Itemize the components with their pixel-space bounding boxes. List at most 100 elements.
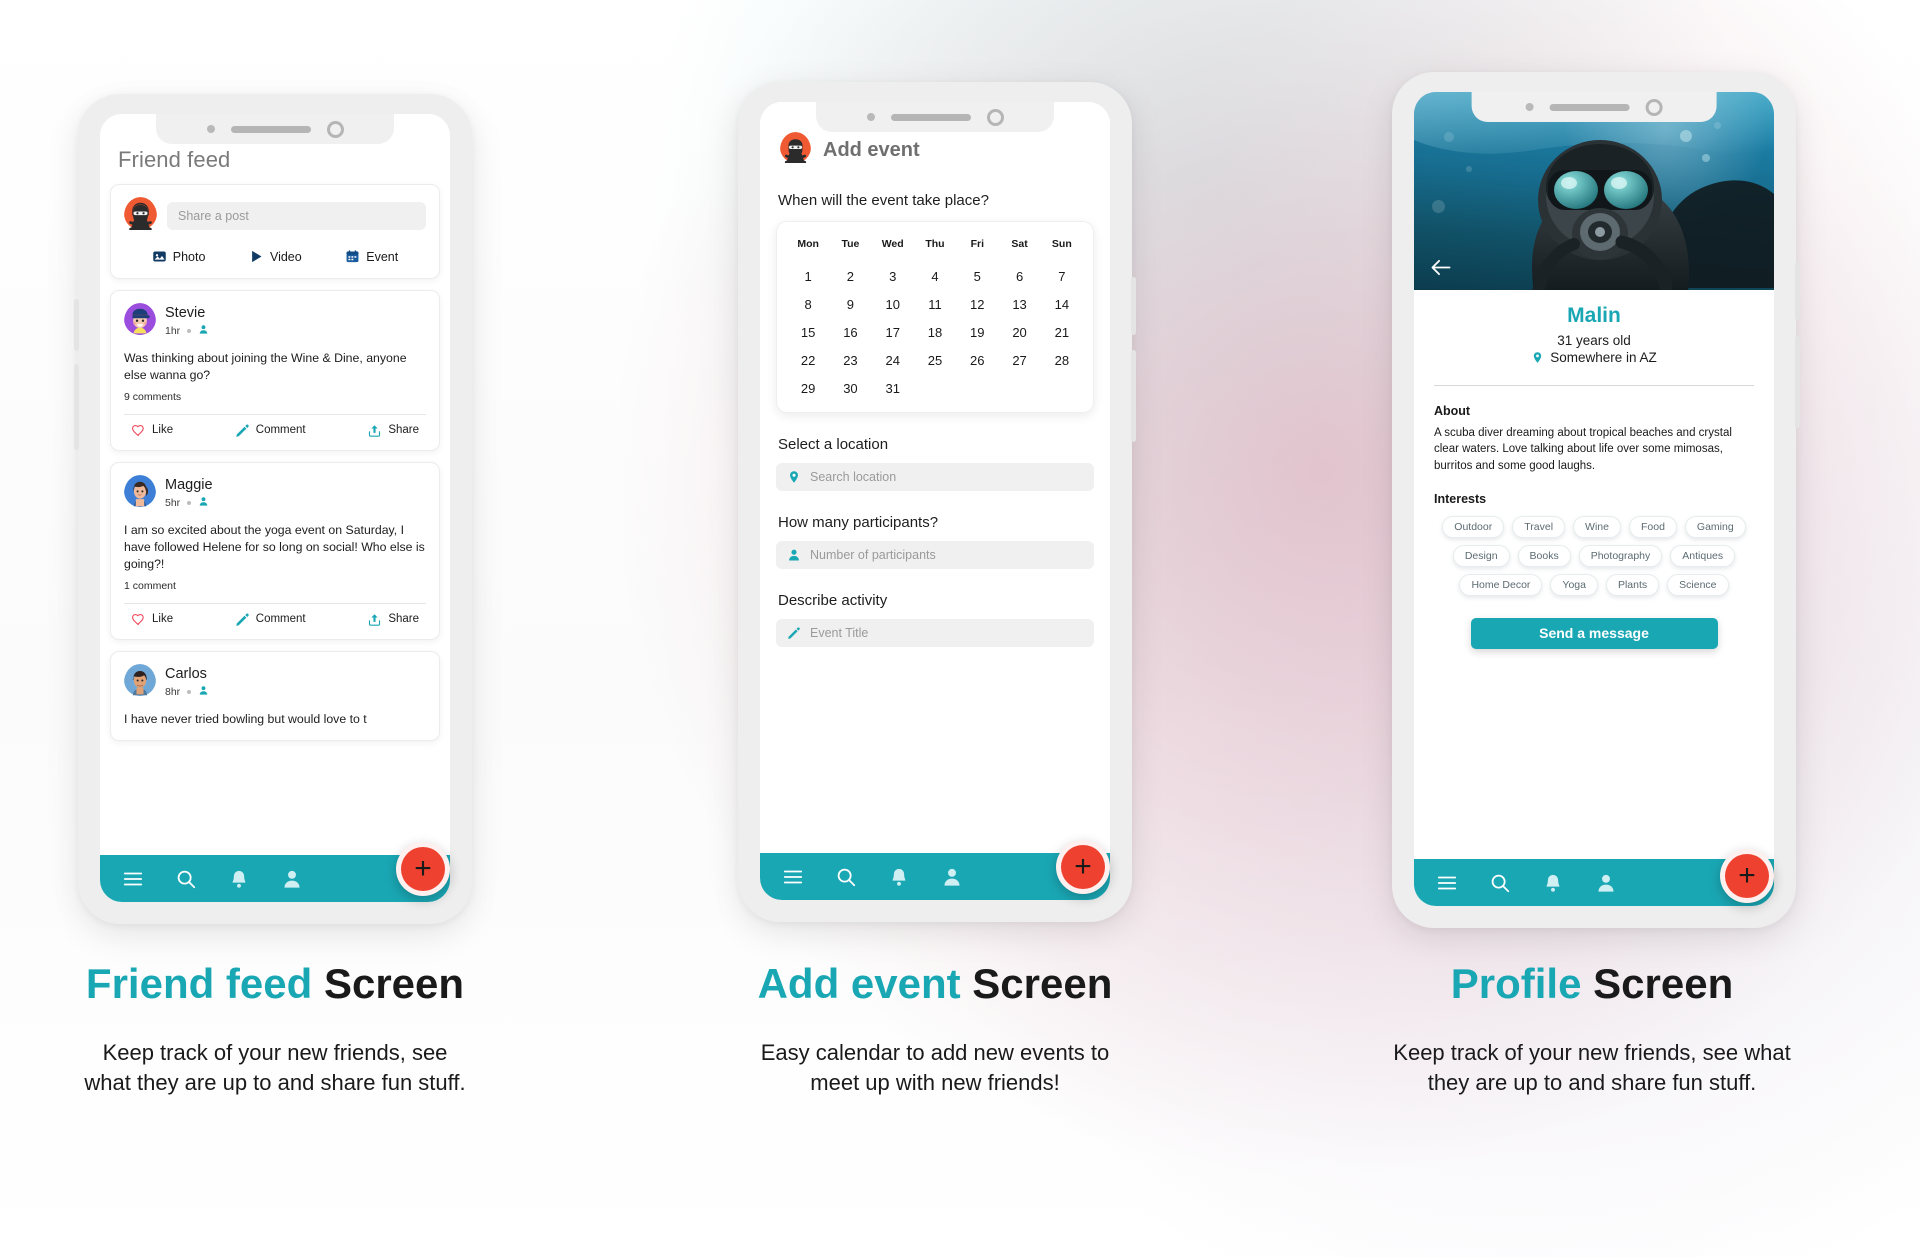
calendar-day[interactable]: 8 xyxy=(787,297,829,312)
profile-location-text: Somewhere in AZ xyxy=(1550,350,1657,365)
composer-video-button[interactable]: Video xyxy=(249,249,302,264)
interest-tag[interactable]: Books xyxy=(1517,544,1571,567)
avatar-carlos xyxy=(124,663,156,701)
post-author-name: Carlos xyxy=(165,666,207,682)
calendar-dow: Fri xyxy=(970,238,984,250)
composer-photo-button[interactable]: Photo xyxy=(152,249,205,264)
caption-friend-feed: Friend feed Screen Keep track of your ne… xyxy=(78,960,472,1099)
calendar-day[interactable]: 17 xyxy=(872,325,914,340)
search-icon[interactable] xyxy=(835,866,857,888)
post-share-button[interactable]: Share xyxy=(367,612,419,627)
calendar-icon xyxy=(345,249,360,264)
calendar-day[interactable]: 13 xyxy=(998,297,1040,312)
calendar-day[interactable]: 4 xyxy=(914,269,956,284)
calendar-day[interactable]: 7 xyxy=(1041,269,1083,284)
calendar-day[interactable]: 31 xyxy=(872,381,914,396)
calendar-day[interactable]: 19 xyxy=(956,325,998,340)
calendar-day[interactable]: 20 xyxy=(998,325,1040,340)
calendar-day[interactable]: 22 xyxy=(787,353,829,368)
post-time: 5hr xyxy=(165,496,181,509)
screen-add-event: Add event When will the event take place… xyxy=(760,102,1110,900)
calendar-day[interactable]: 27 xyxy=(998,353,1040,368)
composer-card: Share a post Photo Video Event xyxy=(110,184,440,279)
interest-tag[interactable]: Yoga xyxy=(1550,573,1598,596)
caption-description: Keep track of your new friends, see what… xyxy=(84,1040,466,1096)
send-message-button[interactable]: Send a message xyxy=(1470,617,1718,649)
participants-input[interactable]: Number of participants xyxy=(776,541,1094,569)
search-icon[interactable] xyxy=(1489,872,1511,894)
calendar-day[interactable]: 11 xyxy=(914,297,956,312)
share-post-input[interactable]: Share a post xyxy=(167,202,426,230)
interest-tag[interactable]: Plants xyxy=(1605,573,1660,596)
phone-side-button xyxy=(74,299,79,351)
post-share-button[interactable]: Share xyxy=(367,423,419,438)
composer-event-button[interactable]: Event xyxy=(345,249,398,264)
front-camera-icon xyxy=(986,108,1004,126)
calendar-day[interactable]: 10 xyxy=(872,297,914,312)
interests-tag-list: Outdoor Travel Wine Food Gaming Design B… xyxy=(1434,515,1754,596)
calendar-day[interactable]: 28 xyxy=(1041,353,1083,368)
profile-content: Malin 31 years old Somewhere in AZ About… xyxy=(1414,92,1774,906)
calendar-day[interactable]: 18 xyxy=(914,325,956,340)
interest-tag[interactable]: Science xyxy=(1667,573,1729,596)
calendar-day[interactable]: 5 xyxy=(956,269,998,284)
calendar-day[interactable]: 1 xyxy=(787,269,829,284)
event-title-input[interactable]: Event Title xyxy=(776,619,1094,647)
interest-tag[interactable]: Home Decor xyxy=(1459,573,1543,596)
bell-icon[interactable] xyxy=(1542,872,1564,894)
calendar-dow: Wed xyxy=(881,238,904,250)
post-time: 1hr xyxy=(165,324,181,337)
back-button[interactable] xyxy=(1428,254,1454,280)
post-body-text: Was thinking about joining the Wine & Di… xyxy=(124,351,407,382)
add-fab-button[interactable]: + xyxy=(1720,849,1774,903)
post-comment-count[interactable]: 9 comments xyxy=(124,391,426,403)
calendar-day[interactable]: 21 xyxy=(1041,325,1083,340)
calendar-day[interactable]: 23 xyxy=(829,353,871,368)
person-icon[interactable] xyxy=(1595,872,1617,894)
calendar-day[interactable]: 15 xyxy=(787,325,829,340)
interest-tag[interactable]: Photography xyxy=(1578,544,1663,567)
post-comment-button[interactable]: Comment xyxy=(235,612,306,627)
interest-tag[interactable]: Antiques xyxy=(1670,544,1736,567)
add-fab-button[interactable]: + xyxy=(1056,840,1110,894)
interest-tag[interactable]: Food xyxy=(1628,515,1677,538)
calendar-day[interactable]: 29 xyxy=(787,381,829,396)
menu-icon[interactable] xyxy=(1436,872,1458,894)
post-comment-count[interactable]: 1 comment xyxy=(124,580,426,592)
interest-tag[interactable]: Outdoor xyxy=(1442,515,1505,538)
calendar-dow: Tue xyxy=(841,238,860,250)
interest-tag[interactable]: Travel xyxy=(1512,515,1566,538)
interest-tag[interactable]: Gaming xyxy=(1684,515,1746,538)
person-icon[interactable] xyxy=(941,866,963,888)
heart-icon xyxy=(131,612,146,627)
caption-title-rest: Screen xyxy=(1593,960,1734,1007)
search-icon[interactable] xyxy=(175,868,197,890)
calendar-day[interactable]: 12 xyxy=(956,297,998,312)
menu-icon[interactable] xyxy=(782,866,804,888)
interest-tag[interactable]: Wine xyxy=(1573,515,1621,538)
phone-friend-feed: Friend feed Share a post Photo Video Eve… xyxy=(74,94,472,924)
share-icon xyxy=(367,423,382,438)
menu-icon[interactable] xyxy=(122,868,144,890)
calendar-day[interactable]: 16 xyxy=(829,325,871,340)
caption-title-rest: Screen xyxy=(972,960,1113,1007)
bell-icon[interactable] xyxy=(228,868,250,890)
calendar-day[interactable]: 2 xyxy=(829,269,871,284)
person-icon[interactable] xyxy=(281,868,303,890)
profile-location: Somewhere in AZ xyxy=(1414,350,1774,365)
calendar-day[interactable]: 6 xyxy=(998,269,1040,284)
calendar-day[interactable]: 24 xyxy=(872,353,914,368)
calendar-day[interactable]: 9 xyxy=(829,297,871,312)
calendar-day[interactable]: 14 xyxy=(1041,297,1083,312)
calendar-day[interactable]: 3 xyxy=(872,269,914,284)
calendar-day[interactable]: 26 xyxy=(956,353,998,368)
add-fab-button[interactable]: + xyxy=(396,842,450,896)
bell-icon[interactable] xyxy=(888,866,910,888)
calendar-day[interactable]: 25 xyxy=(914,353,956,368)
calendar-day[interactable]: 30 xyxy=(829,381,871,396)
location-search-input[interactable]: Search location xyxy=(776,463,1094,491)
post-like-button[interactable]: Like xyxy=(131,612,173,627)
post-like-button[interactable]: Like xyxy=(131,423,173,438)
interest-tag[interactable]: Design xyxy=(1452,544,1510,567)
post-comment-button[interactable]: Comment xyxy=(235,423,306,438)
